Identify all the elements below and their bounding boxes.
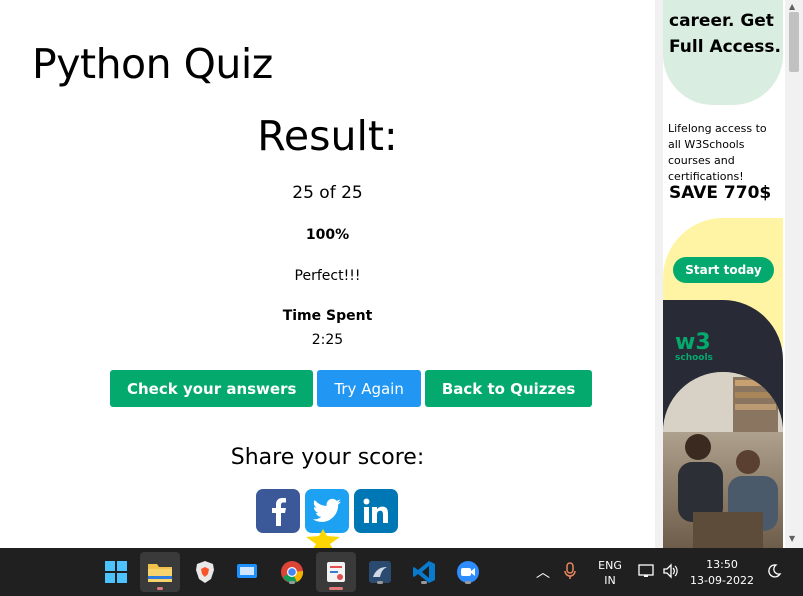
start-button[interactable] xyxy=(102,558,130,586)
brave-icon xyxy=(196,561,214,583)
start-icon xyxy=(105,561,127,583)
running-indicator xyxy=(377,581,383,584)
remote-desktop-icon xyxy=(237,564,257,578)
check-answers-button[interactable]: Check your answers xyxy=(110,370,314,407)
active-indicator xyxy=(157,587,163,590)
taskbar-remote-desktop[interactable] xyxy=(233,558,261,586)
language-indicator[interactable]: ENG IN xyxy=(596,558,624,588)
ad-headline: career. Get Full Access. xyxy=(669,8,781,60)
taskbar-file-explorer[interactable] xyxy=(140,552,180,592)
star-icon xyxy=(306,529,340,548)
logo-mark: w3 xyxy=(675,330,711,355)
taskbar-brave[interactable] xyxy=(191,558,219,586)
running-indicator xyxy=(289,581,295,584)
file-explorer-icon xyxy=(148,564,172,582)
show-hidden-icons-chevron-icon[interactable]: ︿ xyxy=(536,562,550,582)
score-percent: 100% xyxy=(305,227,350,243)
volume-icon[interactable] xyxy=(662,563,680,582)
network-icon[interactable] xyxy=(638,563,656,582)
scroll-up-icon[interactable]: ▲ xyxy=(789,2,795,11)
snipping-tool-icon xyxy=(327,562,345,582)
facebook-share-button[interactable] xyxy=(256,489,300,533)
taskbar-mysql-workbench[interactable] xyxy=(366,558,394,586)
w3schools-ad[interactable]: career. Get Full Access. Lifelong access… xyxy=(663,0,783,548)
windows-taskbar: ︿ ENG IN 13:50 13-09-2022 xyxy=(0,548,803,596)
clock[interactable]: 13:50 13-09-2022 xyxy=(690,557,754,589)
start-today-button[interactable]: Start today xyxy=(673,257,774,283)
active-indicator xyxy=(329,587,343,590)
scroll-down-icon[interactable]: ▼ xyxy=(789,534,795,543)
back-to-quizzes-button[interactable]: Back to Quizzes xyxy=(424,370,593,407)
twitter-icon xyxy=(312,498,341,522)
ad-photo xyxy=(663,372,783,548)
notification-moon-icon[interactable] xyxy=(766,563,782,582)
facebook-icon xyxy=(272,498,286,526)
linkedin-icon xyxy=(363,498,388,523)
twitter-share-button[interactable] xyxy=(305,489,349,533)
page-scrollbar[interactable]: ▲ ▼ xyxy=(785,0,803,548)
share-heading: Share your score: xyxy=(230,445,425,470)
microphone-icon[interactable] xyxy=(564,562,576,583)
time-spent-label: Time Spent xyxy=(282,308,373,324)
score-text: 25 of 25 xyxy=(292,183,363,203)
ad-headline-line: career. Get xyxy=(669,11,774,31)
ad-save-text: SAVE 770$ xyxy=(669,183,772,203)
clock-date: 13-09-2022 xyxy=(690,574,754,587)
result-actions: Check your answers Try Again Back to Qui… xyxy=(110,370,593,407)
people-photo-illustration xyxy=(663,372,783,548)
language-code: ENG xyxy=(598,559,622,572)
w3schools-logo: w3 schools xyxy=(675,330,713,363)
running-indicator xyxy=(421,581,427,584)
share-buttons xyxy=(256,489,398,533)
taskbar-snipping-tool[interactable] xyxy=(316,552,356,592)
scroll-thumb[interactable] xyxy=(789,12,799,72)
quiz-result-page: Python Quiz Result: 25 of 25 100% Perfec… xyxy=(0,0,655,548)
taskbar-chrome[interactable] xyxy=(278,558,306,586)
ad-body-text: Lifelong access to all W3Schools courses… xyxy=(668,122,767,183)
region-code: IN xyxy=(604,574,616,587)
clock-time: 13:50 xyxy=(706,558,738,571)
linkedin-share-button[interactable] xyxy=(354,489,398,533)
try-again-button[interactable]: Try Again xyxy=(317,370,421,407)
result-verdict: Perfect!!! xyxy=(294,268,361,284)
running-indicator xyxy=(465,581,471,584)
taskbar-zoom[interactable] xyxy=(454,558,482,586)
ad-headline-line: Full Access. xyxy=(669,37,781,57)
page-title: Python Quiz xyxy=(32,40,273,88)
ad-gutter xyxy=(655,0,663,548)
logo-subtext: schools xyxy=(675,353,713,363)
taskbar-vscode[interactable] xyxy=(410,558,438,586)
time-spent-value: 2:25 xyxy=(311,332,344,348)
result-heading: Result: xyxy=(257,112,398,160)
